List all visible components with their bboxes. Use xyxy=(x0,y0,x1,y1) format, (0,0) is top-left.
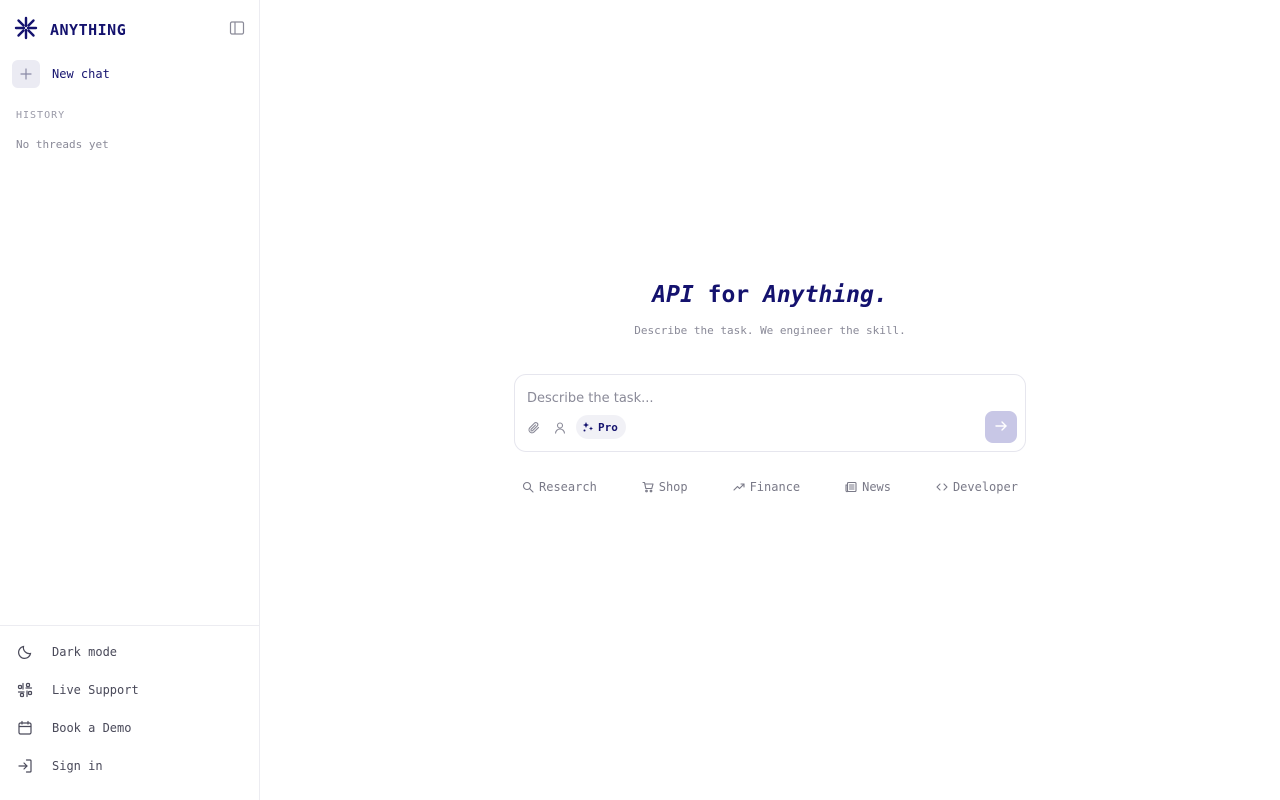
cart-icon xyxy=(642,481,654,493)
pro-mode-label: Pro xyxy=(598,420,618,434)
suggestion-label: Developer xyxy=(952,480,1018,494)
sidebar: ANYTHING New chat HISTORY No threads yet xyxy=(0,0,260,800)
hero-subtitle: Describe the task. We engineer the skill… xyxy=(634,324,906,337)
hero-title-anything: Anything. xyxy=(763,282,888,308)
history-empty-state: No threads yet xyxy=(16,138,109,151)
asterisk-burst-icon xyxy=(14,16,38,44)
plus-icon xyxy=(12,60,40,88)
sign-in-link[interactable]: Sign in xyxy=(16,757,103,775)
dark-mode-label: Dark mode xyxy=(52,645,118,659)
suggestion-finance[interactable]: Finance xyxy=(733,480,801,494)
live-support-link[interactable]: Live Support xyxy=(16,681,139,699)
suggestion-shop[interactable]: Shop xyxy=(642,480,688,494)
trend-up-icon xyxy=(733,483,745,491)
hero-title-for: for xyxy=(693,282,764,308)
code-icon xyxy=(936,483,948,491)
newspaper-icon xyxy=(845,481,857,493)
new-chat-button[interactable]: New chat xyxy=(12,60,110,88)
app-root: ANYTHING New chat HISTORY No threads yet xyxy=(0,0,1280,800)
main-area: API for Anything. Describe the task. We … xyxy=(260,0,1280,800)
book-demo-label: Book a Demo xyxy=(52,721,132,735)
suggestion-list: Research Shop Finance News Developer xyxy=(514,480,1026,494)
composer: Pro xyxy=(514,374,1026,452)
suggestion-news[interactable]: News xyxy=(845,480,891,494)
sign-in-label: Sign in xyxy=(52,759,103,773)
person-icon[interactable] xyxy=(553,420,567,434)
new-chat-label: New chat xyxy=(52,67,110,81)
sign-in-icon xyxy=(16,757,34,775)
dark-mode-toggle[interactable]: Dark mode xyxy=(16,643,117,661)
calendar-icon xyxy=(16,719,34,737)
arrow-right-icon xyxy=(994,418,1008,437)
sparkle-icon xyxy=(582,418,594,437)
suggestion-research[interactable]: Research xyxy=(522,480,597,494)
hero-title-api: API xyxy=(652,282,694,308)
live-support-label: Live Support xyxy=(52,683,139,697)
brand-name: ANYTHING xyxy=(50,21,127,39)
sidebar-footer: Dark mode Live Support Book a Demo Sign … xyxy=(0,625,259,800)
paperclip-icon[interactable] xyxy=(527,420,541,434)
suggestion-label: Shop xyxy=(658,480,688,494)
suggestion-label: News xyxy=(862,480,891,494)
hero-title: API for Anything. xyxy=(260,282,1280,308)
moon-icon xyxy=(16,643,34,661)
history-heading: HISTORY xyxy=(16,110,66,121)
sidebar-panel-icon[interactable] xyxy=(229,20,245,36)
slack-icon xyxy=(16,681,34,699)
suggestion-label: Research xyxy=(539,480,597,494)
brand[interactable]: ANYTHING xyxy=(14,16,126,44)
book-demo-link[interactable]: Book a Demo xyxy=(16,719,131,737)
suggestion-label: Finance xyxy=(749,480,801,494)
pro-mode-chip[interactable]: Pro xyxy=(576,415,626,439)
send-button[interactable] xyxy=(985,411,1017,443)
suggestion-developer[interactable]: Developer xyxy=(936,480,1018,494)
task-input[interactable] xyxy=(527,387,967,409)
search-icon xyxy=(522,481,534,493)
